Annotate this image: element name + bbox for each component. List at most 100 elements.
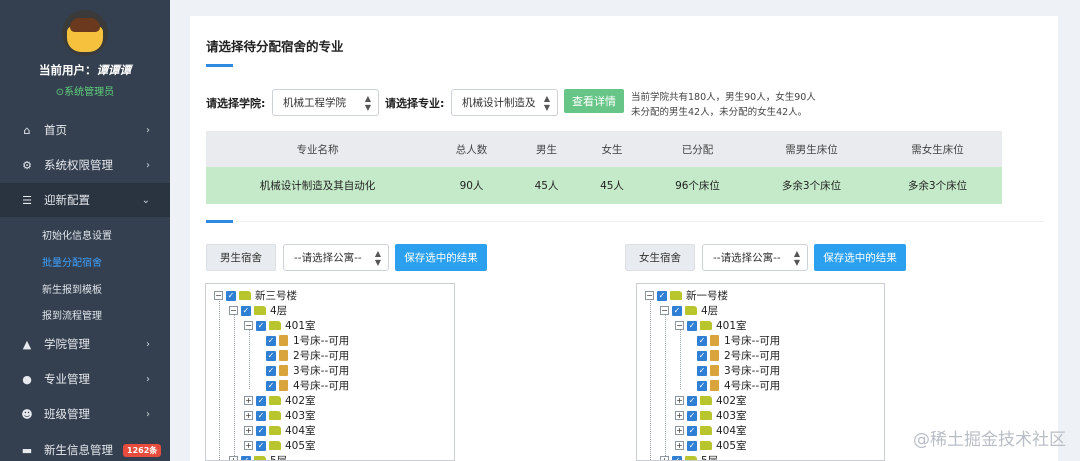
checkbox-checked[interactable]: ✓ [697,350,707,361]
female-save-button[interactable]: 保存选中的结果 [814,244,906,271]
sidebar-item-label: 系统权限管理 [44,158,113,172]
sidebar-item-welcome-config[interactable]: ☰ 迎新配置 ⌄ [0,183,170,217]
checkbox-checked[interactable]: ✓ [266,365,276,376]
collapse-icon[interactable]: − [214,291,223,300]
checkbox-checked[interactable]: ✓ [256,440,266,451]
tree-node-floor[interactable]: + ✓ 5层 [229,453,287,460]
current-user: 当前用户：谭谭谭 [0,62,170,78]
sidebar-item-class[interactable]: ☻ 班级管理 › [0,397,170,431]
sidebar-item-college[interactable]: ▲ 学院管理 › [0,327,170,361]
tree-node-room[interactable]: + ✓ 403室 [244,408,316,423]
expand-icon[interactable]: + [675,396,684,405]
tree-node-room[interactable]: + ✓ 404室 [675,423,747,438]
checkbox-checked[interactable]: ✓ [687,320,697,331]
watermark: @稀土掘金技术社区 [913,430,1066,450]
expand-icon[interactable]: + [244,426,253,435]
sidebar-item-home[interactable]: ⌂ 首页 › [0,113,170,147]
female-building-select-value: --请选择公寓-- [713,252,781,264]
tree-node-room[interactable]: − ✓ 401室 [675,318,747,333]
select-caret-icon: ▲ ▼ [793,248,800,267]
tree-node-bed[interactable]: ✓ 3号床--可用 [697,363,780,378]
submenu-report-template[interactable]: 新生报到模板 [42,281,102,296]
collapse-icon[interactable]: − [645,291,654,300]
tree-node-bed[interactable]: ✓ 3号床--可用 [266,363,349,378]
male-dorm-tree[interactable]: − ✓ 新三号楼 − ✓ 4层 − ✓ 401室 ✓ 1号床--可用 ✓ 2号床--可用 ✓ 3号… [205,283,455,461]
female-building-select[interactable]: --请选择公寓-- ▲ ▼ [702,244,808,271]
checkbox-checked[interactable]: ✓ [256,320,266,331]
checkbox-checked[interactable]: ✓ [657,290,667,301]
tree-node-room[interactable]: + ✓ 404室 [244,423,316,438]
checkbox-checked[interactable]: ✓ [241,305,251,316]
sidebar-item-major[interactable]: ● 专业管理 › [0,362,170,396]
submenu-batch-dorm[interactable]: 批量分配宿舍 [42,254,102,269]
tree-node-room[interactable]: + ✓ 405室 [244,438,316,453]
checkbox-checked[interactable]: ✓ [266,380,276,391]
major-select[interactable]: 机械设计制造及 ▲ ▼ [451,89,558,116]
male-building-select[interactable]: --请选择公寓-- ▲ ▼ [283,244,389,271]
checkbox-checked[interactable]: ✓ [672,455,682,460]
checkbox-checked[interactable]: ✓ [687,410,697,421]
tree-node-room[interactable]: + ✓ 402室 [244,393,316,408]
submenu-init-settings[interactable]: 初始化信息设置 [42,227,112,242]
checkbox-checked[interactable]: ✓ [226,290,236,301]
file-icon [279,350,288,361]
submenu-report-flow[interactable]: 报到流程管理 [42,307,102,322]
major-select-value: 机械设计制造及 [462,97,536,109]
folder-icon [670,291,682,300]
tree-node-bed[interactable]: ✓ 1号床--可用 [266,333,349,348]
checkbox-checked[interactable]: ✓ [266,350,276,361]
checkbox-checked[interactable]: ✓ [687,395,697,406]
expand-icon[interactable]: + [675,426,684,435]
expand-icon[interactable]: + [660,456,669,460]
male-save-button[interactable]: 保存选中的结果 [395,244,487,271]
chevron-down-icon: ⌄ [141,194,150,206]
checkbox-checked[interactable]: ✓ [697,335,707,346]
expand-icon[interactable]: + [244,396,253,405]
view-details-button[interactable]: 查看详情 [564,89,624,113]
checkbox-checked[interactable]: ✓ [256,425,266,436]
expand-icon[interactable]: + [675,441,684,450]
tree-node-room[interactable]: + ✓ 403室 [675,408,747,423]
expand-icon[interactable]: + [229,456,238,460]
collapse-icon[interactable]: − [229,306,238,315]
expand-icon[interactable]: + [244,441,253,450]
checkbox-checked[interactable]: ✓ [697,365,707,376]
tree-node-building[interactable]: − ✓ 新三号楼 [214,288,297,303]
tree-node-room[interactable]: + ✓ 405室 [675,438,747,453]
checkbox-checked[interactable]: ✓ [241,455,251,460]
sidebar-item-permissions[interactable]: ⚙ 系统权限管理 › [0,148,170,182]
expand-icon[interactable]: + [244,411,253,420]
tree-node-floor[interactable]: − ✓ 4层 [229,303,287,318]
tree-node-floor[interactable]: + ✓ 5层 [660,453,719,461]
tree-node-label: 5层 [701,455,719,461]
tree-line [680,329,681,389]
tree-node-bed[interactable]: ✓ 4号床--可用 [266,378,349,393]
tree-node-building[interactable]: − ✓ 新一号楼 [645,288,728,303]
tree-node-floor[interactable]: − ✓ 4层 [660,303,718,318]
checkbox-checked[interactable]: ✓ [256,410,266,421]
expand-icon[interactable]: + [675,411,684,420]
collapse-icon[interactable]: − [675,321,684,330]
collapse-icon[interactable]: − [244,321,253,330]
tree-line [665,314,666,460]
tree-node-room[interactable]: + ✓ 402室 [675,393,747,408]
user-role: ⊙系统管理员 [55,87,115,98]
tree-node-bed[interactable]: ✓ 2号床--可用 [697,348,780,363]
checkbox-checked[interactable]: ✓ [256,395,266,406]
female-dorm-tree[interactable]: − ✓ 新一号楼 − ✓ 4层 − ✓ 401室 ✓ 1号床--可用 ✓ 2号床--可用 ✓ 3号… [636,283,885,461]
tree-node-bed[interactable]: ✓ 2号床--可用 [266,348,349,363]
checkbox-checked[interactable]: ✓ [687,425,697,436]
tree-node-bed[interactable]: ✓ 1号床--可用 [697,333,780,348]
checkbox-checked[interactable]: ✓ [697,380,707,391]
checkbox-checked[interactable]: ✓ [672,305,682,316]
avatar[interactable] [62,10,108,56]
checkbox-checked[interactable]: ✓ [687,440,697,451]
collapse-icon[interactable]: − [660,306,669,315]
tree-line [249,329,250,389]
checkbox-checked[interactable]: ✓ [266,335,276,346]
tree-node-room[interactable]: − ✓ 401室 [244,318,316,333]
tree-node-bed[interactable]: ✓ 4号床--可用 [697,378,780,393]
sidebar-item-student-info[interactable]: ▬ 新生信息管理 1262条 [0,433,170,461]
college-select[interactable]: 机械工程学院 ▲ ▼ [272,89,379,116]
tree-node-label: 402室 [285,395,316,407]
